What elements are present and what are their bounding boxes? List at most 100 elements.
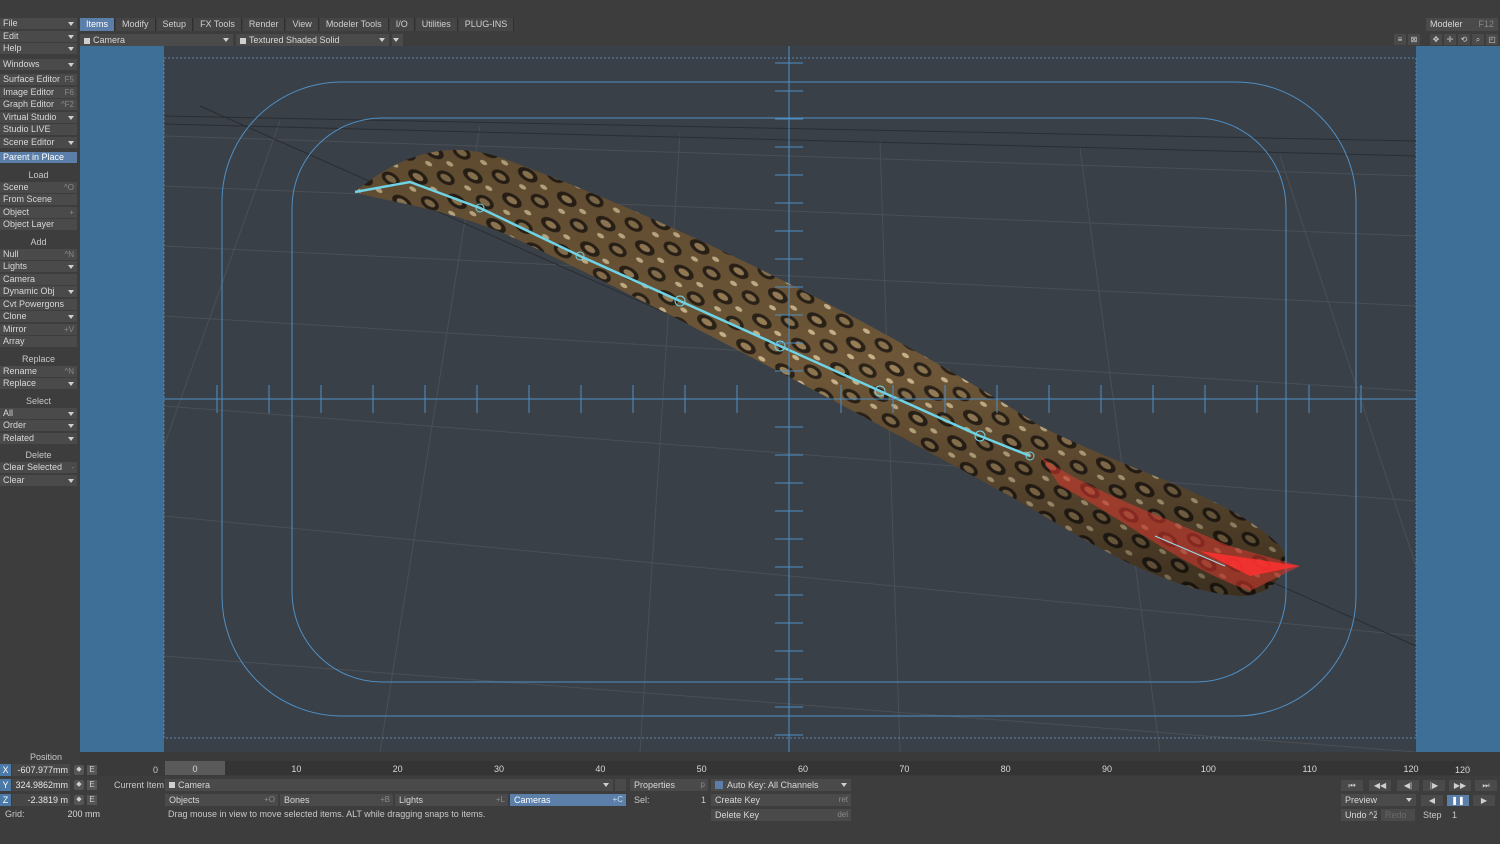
go-to-end-icon[interactable]: ⏭ [1475, 780, 1497, 791]
step-value[interactable]: 1 [1452, 809, 1457, 821]
scene-button[interactable]: Scene ^O [0, 181, 77, 193]
z-envelope-button[interactable]: E [87, 795, 97, 805]
x-axis-label[interactable]: X [0, 764, 11, 776]
array-button[interactable]: Array [0, 336, 77, 347]
menu-tab-bar: Items Modify Setup FX Tools Render View Modele… [80, 18, 515, 31]
pan-view-icon[interactable]: ⟲ [1458, 34, 1470, 45]
timeline-tick-label: 90 [1101, 764, 1113, 774]
rename-button[interactable]: Rename ^N [0, 365, 77, 377]
replace-button[interactable]: Replace [0, 378, 77, 389]
modeler-button[interactable]: Modeler F12 [1426, 18, 1498, 31]
cvt-powergons-button[interactable]: Cvt Powergons [0, 298, 77, 310]
tab-view[interactable]: View [286, 18, 319, 31]
menu-icon[interactable]: ≡ [1394, 34, 1406, 45]
from-scene-button[interactable]: From Scene [0, 194, 77, 205]
viewport-maximize-icon[interactable]: ◰ [1486, 34, 1498, 45]
properties-button[interactable]: Properties p [630, 779, 708, 791]
tab-fx-tools[interactable]: FX Tools [194, 18, 242, 31]
current-item-dropdown[interactable]: Camera [165, 779, 613, 791]
viewport-options-button[interactable] [392, 33, 403, 46]
maximize-icon[interactable]: ⊠ [1408, 34, 1420, 45]
clear-selected-button[interactable]: Clear Selected - [0, 462, 77, 473]
position-x-field[interactable]: -607.977mm [12, 764, 70, 776]
lights-button[interactable]: Lights [0, 261, 77, 272]
tab-render[interactable]: Render [242, 18, 286, 31]
position-y-field[interactable]: 324.9862mm [12, 779, 70, 791]
stepper-icon[interactable]: ◆ [74, 765, 84, 775]
create-key-button[interactable]: Create Key ret [711, 794, 851, 806]
camera-button[interactable]: Camera [0, 273, 77, 285]
z-axis-label[interactable]: Z [0, 794, 11, 806]
redo-button[interactable]: Redo [1381, 809, 1415, 821]
play-icon[interactable]: ▶ [1473, 795, 1495, 806]
bones-button[interactable]: Bones +B [280, 794, 393, 806]
pause-icon[interactable]: ❚❚ [1447, 795, 1469, 806]
timeline[interactable]: 0 10 20 30 40 50 60 70 80 90 100 110 120 120 [80, 752, 1500, 776]
object-button[interactable]: Object + [0, 206, 77, 218]
timeline-track[interactable] [165, 761, 1465, 775]
help-button[interactable]: Help [0, 43, 77, 54]
next-key-icon[interactable]: ▶▶ [1449, 780, 1471, 791]
mirror-button[interactable]: Mirror +V [0, 323, 77, 335]
cvt-powergons-label: Cvt Powergons [3, 298, 65, 309]
windows-button[interactable]: Windows [0, 58, 77, 70]
virtual-studio-button[interactable]: Virtual Studio [0, 111, 77, 123]
tab-i-o[interactable]: I/O [389, 18, 415, 31]
tab-items[interactable]: Items [80, 18, 116, 31]
x-envelope-button[interactable]: E [87, 765, 97, 775]
play-reverse-icon[interactable]: ◀ [1421, 795, 1443, 806]
stepper-icon[interactable]: ◆ [74, 780, 84, 790]
related-button[interactable]: Related [0, 432, 77, 444]
checkbox-icon[interactable] [715, 781, 723, 789]
undo-button[interactable]: Undo ^Z [1341, 809, 1377, 821]
timeline-end-frame[interactable]: 120 [1455, 765, 1470, 775]
tab-plug-ins[interactable]: PLUG-INS [458, 18, 515, 31]
delete-key-button[interactable]: Delete Key del [711, 809, 851, 821]
move-view-icon[interactable]: ✥ [1430, 34, 1442, 45]
surface-editor-button[interactable]: Surface Editor F5 [0, 74, 77, 85]
current-frame-field[interactable]: 0 [108, 764, 158, 776]
cameras-button[interactable]: Cameras +C [510, 794, 626, 806]
camera-select-dropdown[interactable]: Camera [80, 33, 233, 46]
scene-editor-button[interactable]: Scene Editor [0, 136, 77, 148]
rotate-view-icon[interactable]: ✛ [1444, 34, 1456, 45]
grid-size-value[interactable]: 200 mm [30, 808, 104, 820]
y-envelope-button[interactable]: E [87, 780, 97, 790]
edit-button[interactable]: Edit [0, 30, 77, 42]
tab-modeler-tools[interactable]: Modeler Tools [319, 18, 389, 31]
lights-button[interactable]: Lights +L [395, 794, 508, 806]
parent-in-place-button[interactable]: Parent in Place [0, 152, 77, 163]
chevron-down-icon [68, 47, 74, 51]
previous-key-icon[interactable]: ◀◀ [1369, 780, 1391, 791]
file-label: File [3, 18, 18, 28]
previous-frame-icon[interactable]: ◀| [1397, 780, 1419, 791]
next-frame-icon[interactable]: |▶ [1423, 780, 1445, 791]
render-mode-dropdown[interactable]: Textured Shaded Solid [236, 33, 389, 46]
auto-key-dropdown[interactable]: Auto Key: All Channels [711, 779, 851, 791]
dynamic-obj-button[interactable]: Dynamic Obj [0, 286, 77, 297]
timeline-tick-label: 50 [696, 764, 707, 774]
tab-modify[interactable]: Modify [116, 18, 156, 31]
3d-viewport[interactable] [80, 46, 1500, 752]
chevron-down-icon [68, 382, 74, 386]
image-editor-button[interactable]: Image Editor F6 [0, 86, 77, 98]
all-button[interactable]: All [0, 407, 77, 419]
null-button[interactable]: Null ^N [0, 248, 77, 260]
y-axis-label[interactable]: Y [0, 779, 11, 791]
graph-editor-button[interactable]: Graph Editor ^F2 [0, 99, 77, 110]
order-button[interactable]: Order [0, 420, 77, 431]
preview-dropdown[interactable]: Preview [1341, 794, 1416, 806]
file-button[interactable]: File [0, 18, 77, 29]
zoom-view-icon[interactable]: ⌕ [1472, 34, 1484, 45]
go-to-start-icon[interactable]: ⏮ [1341, 780, 1363, 791]
objects-button[interactable]: Objects +O [165, 794, 278, 806]
tab-setup[interactable]: Setup [156, 18, 194, 31]
item-info-button[interactable] [615, 779, 626, 791]
position-z-field[interactable]: -2.3819 m [12, 794, 70, 806]
stepper-icon[interactable]: ◆ [74, 795, 84, 805]
clone-button[interactable]: Clone [0, 311, 77, 322]
studio-live-button[interactable]: Studio LIVE [0, 124, 77, 135]
clear-button[interactable]: Clear [0, 474, 77, 486]
object-layer-button[interactable]: Object Layer [0, 219, 77, 230]
tab-utilities[interactable]: Utilities [415, 18, 458, 31]
